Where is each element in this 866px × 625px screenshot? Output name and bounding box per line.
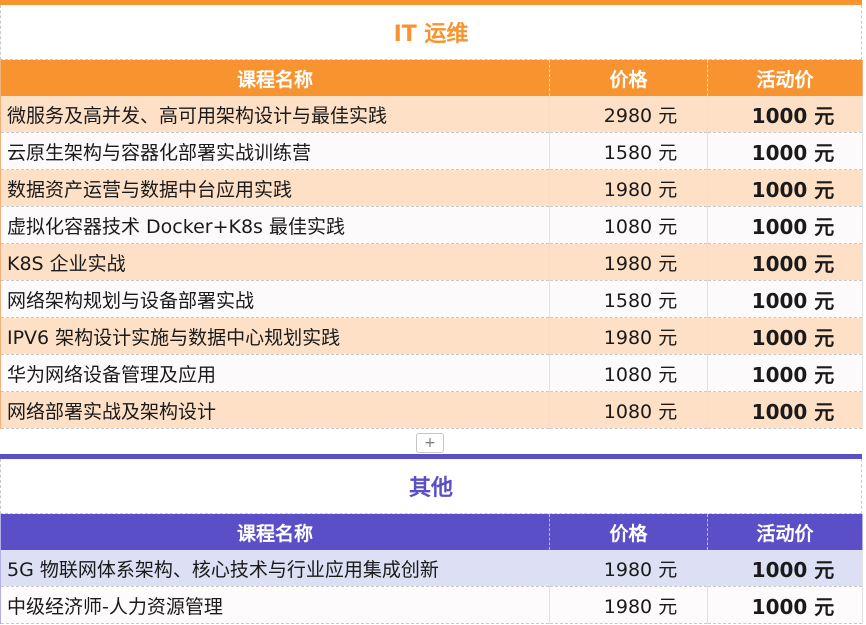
course-name: K8S 企业实战 xyxy=(0,243,550,281)
header-price: 价格 xyxy=(549,60,708,96)
course-name: 5G 物联网体系架构、核心技术与行业应用集成创新 xyxy=(0,550,550,587)
course-promo-price: 1000 元 xyxy=(707,96,863,133)
course-name: 虚拟化容器技术 Docker+K8s 最佳实践 xyxy=(0,206,550,244)
course-price: 1980 元 xyxy=(549,317,708,355)
course-price: 1980 元 xyxy=(549,586,708,624)
course-promo-price: 1000 元 xyxy=(707,280,863,318)
section-other: 其他 课程名称 价格 活动价 5G 物联网体系架构、核心技术与行业应用集成创新 … xyxy=(0,454,863,624)
table-row: 数据资产运营与数据中台应用实践 1980 元 1000 元 xyxy=(0,169,863,207)
section-title: 其他 xyxy=(0,459,862,514)
table-row: 云原生架构与容器化部署实战训练营 1580 元 1000 元 xyxy=(0,132,863,170)
add-row-button[interactable]: + xyxy=(416,433,444,453)
course-price: 1980 元 xyxy=(549,550,708,587)
table-header-row: 课程名称 价格 活动价 xyxy=(0,60,863,96)
section-it: IT 运维 课程名称 价格 活动价 微服务及高并发、高可用架构设计与最佳实践 2… xyxy=(0,0,863,429)
course-price: 1580 元 xyxy=(549,132,708,170)
course-promo-price: 1000 元 xyxy=(707,243,863,281)
header-promo-price: 活动价 xyxy=(707,60,863,96)
course-price: 1980 元 xyxy=(549,169,708,207)
course-name: 云原生架构与容器化部署实战训练营 xyxy=(0,132,550,170)
header-promo-price: 活动价 xyxy=(707,514,863,550)
course-promo-price: 1000 元 xyxy=(707,206,863,244)
table-row: 微服务及高并发、高可用架构设计与最佳实践 2980 元 1000 元 xyxy=(0,96,863,133)
table-row: 虚拟化容器技术 Docker+K8s 最佳实践 1080 元 1000 元 xyxy=(0,206,863,244)
course-name: 中级经济师-人力资源管理 xyxy=(0,586,550,624)
header-course-name: 课程名称 xyxy=(0,60,550,96)
course-table-it: 课程名称 价格 活动价 微服务及高并发、高可用架构设计与最佳实践 2980 元 … xyxy=(0,60,863,429)
table-row: 网络部署实战及架构设计 1080 元 1000 元 xyxy=(0,391,863,429)
course-name: 华为网络设备管理及应用 xyxy=(0,354,550,392)
table-row: 5G 物联网体系架构、核心技术与行业应用集成创新 1980 元 1000 元 xyxy=(0,550,863,587)
course-name: IPV6 架构设计实施与数据中心规划实践 xyxy=(0,317,550,355)
course-price: 1080 元 xyxy=(549,206,708,244)
course-promo-price: 1000 元 xyxy=(707,169,863,207)
course-promo-price: 1000 元 xyxy=(707,132,863,170)
course-name: 数据资产运营与数据中台应用实践 xyxy=(0,169,550,207)
course-promo-price: 1000 元 xyxy=(707,317,863,355)
header-course-name: 课程名称 xyxy=(0,514,550,550)
course-price: 1580 元 xyxy=(549,280,708,318)
table-row: 华为网络设备管理及应用 1080 元 1000 元 xyxy=(0,354,863,392)
course-name: 微服务及高并发、高可用架构设计与最佳实践 xyxy=(0,96,550,133)
course-promo-price: 1000 元 xyxy=(707,391,863,429)
course-price: 1080 元 xyxy=(549,391,708,429)
course-table-other: 课程名称 价格 活动价 5G 物联网体系架构、核心技术与行业应用集成创新 198… xyxy=(0,514,863,624)
course-price: 1080 元 xyxy=(549,354,708,392)
header-price: 价格 xyxy=(549,514,708,550)
table-row: 中级经济师-人力资源管理 1980 元 1000 元 xyxy=(0,586,863,624)
course-promo-price: 1000 元 xyxy=(707,354,863,392)
course-promo-price: 1000 元 xyxy=(707,550,863,587)
course-promo-price: 1000 元 xyxy=(707,586,863,624)
course-price: 1980 元 xyxy=(549,243,708,281)
course-price: 2980 元 xyxy=(549,96,708,133)
course-name: 网络架构规划与设备部署实战 xyxy=(0,280,550,318)
plus-icon: + xyxy=(424,435,436,451)
table-row: K8S 企业实战 1980 元 1000 元 xyxy=(0,243,863,281)
table-row: 网络架构规划与设备部署实战 1580 元 1000 元 xyxy=(0,280,863,318)
section-title: IT 运维 xyxy=(0,5,862,60)
table-row: IPV6 架构设计实施与数据中心规划实践 1980 元 1000 元 xyxy=(0,317,863,355)
table-header-row: 课程名称 价格 活动价 xyxy=(0,514,863,550)
course-name: 网络部署实战及架构设计 xyxy=(0,391,550,429)
